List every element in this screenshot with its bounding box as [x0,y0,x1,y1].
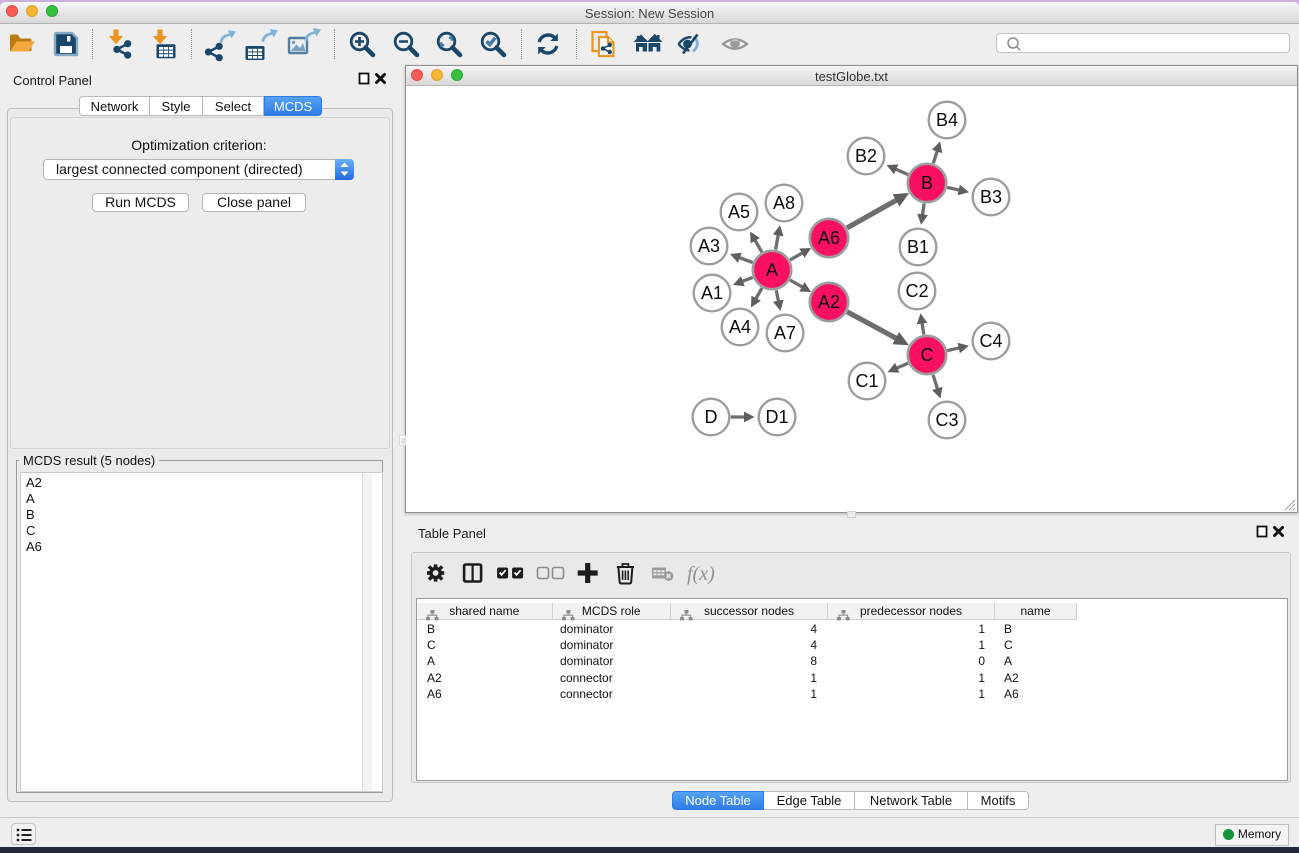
svg-text:A8: A8 [773,193,795,213]
svg-text:A1: A1 [701,283,723,303]
svg-text:A5: A5 [728,202,750,222]
svg-text:A2: A2 [818,292,840,312]
svg-text:C4: C4 [979,331,1002,351]
svg-text:B1: B1 [907,237,929,257]
svg-text:f(x): f(x) [687,563,715,585]
svg-text:A: A [766,260,778,280]
svg-text:C: C [921,345,934,365]
svg-text:B2: B2 [855,146,877,166]
svg-text:C1: C1 [855,371,878,391]
svg-text:A3: A3 [698,236,720,256]
svg-text:B3: B3 [980,187,1002,207]
svg-text:B: B [921,173,933,193]
svg-text:A6: A6 [818,228,840,248]
svg-text:D: D [705,407,718,427]
svg-text:A4: A4 [729,317,751,337]
svg-text:C2: C2 [905,281,928,301]
svg-text:A7: A7 [774,323,796,343]
svg-text:C3: C3 [935,410,958,430]
svg-text:B4: B4 [936,110,958,130]
svg-text:D1: D1 [765,407,788,427]
